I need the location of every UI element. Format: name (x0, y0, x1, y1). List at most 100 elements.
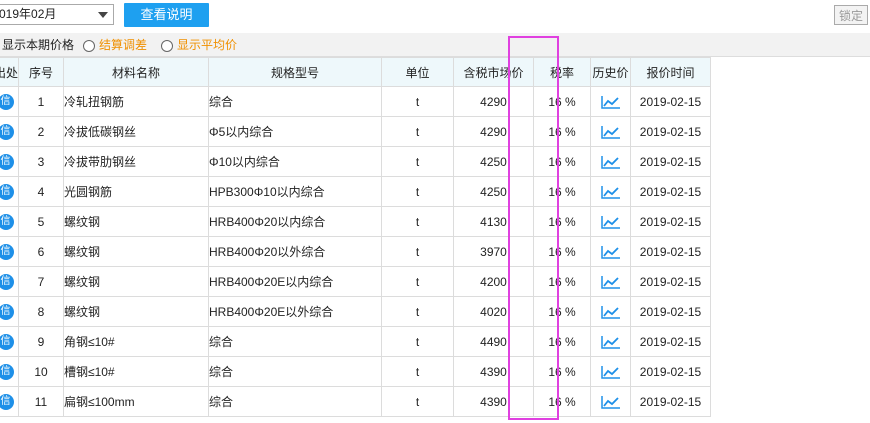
history-price-cell[interactable] (590, 146, 631, 177)
line-chart-icon[interactable] (600, 244, 621, 259)
history-price-cell[interactable] (590, 206, 631, 237)
line-chart-icon[interactable] (600, 184, 621, 199)
column-header[interactable]: 规格型号 (208, 57, 382, 87)
info-icon[interactable]: 信 (0, 124, 14, 140)
history-price-cell[interactable] (590, 116, 631, 147)
show-period-price-option[interactable]: 显示本期价格 (2, 37, 74, 53)
line-chart-icon[interactable] (600, 124, 621, 139)
table-row[interactable]: 信 10 槽钢≤10# 综合 t 4390 16 % 2019-02-15 (0, 356, 711, 387)
source-cell[interactable]: 信 (0, 266, 19, 297)
column-header[interactable]: 历史价 (590, 57, 631, 87)
table-row[interactable]: 信 9 角钢≤10# 综合 t 4490 16 % 2019-02-15 (0, 326, 711, 357)
seq-cell: 5 (18, 206, 64, 237)
source-cell[interactable]: 信 (0, 356, 19, 387)
column-header[interactable]: 出处 (0, 57, 19, 87)
spec-cell: Φ5以内综合 (208, 116, 382, 147)
source-cell[interactable]: 信 (0, 176, 19, 207)
table-row[interactable]: 信 4 光圆钢筋 HPB300Φ10以内综合 t 4250 16 % 2019-02-15 (0, 176, 711, 207)
seq-cell: 4 (18, 176, 64, 207)
view-instructions-button[interactable]: 查看说明 (124, 3, 209, 27)
source-cell[interactable]: 信 (0, 326, 19, 357)
spec-cell: HRB400Φ20E以外综合 (208, 296, 382, 327)
column-header[interactable]: 单位 (381, 57, 454, 87)
spec-cell: 综合 (208, 356, 382, 387)
history-price-cell[interactable] (590, 326, 631, 357)
radio-icon[interactable] (83, 39, 95, 52)
history-price-cell[interactable] (590, 296, 631, 327)
line-chart-icon[interactable] (600, 304, 621, 319)
info-icon[interactable]: 信 (0, 94, 14, 110)
unit-cell: t (381, 116, 454, 147)
column-header[interactable]: 报价时间 (630, 57, 711, 87)
source-cell[interactable]: 信 (0, 386, 19, 417)
table-row[interactable]: 信 2 冷拔低碳钢丝 Φ5以内综合 t 4290 16 % 2019-02-15 (0, 116, 711, 147)
show-average-option[interactable]: 显示平均价 (161, 37, 237, 53)
history-price-cell[interactable] (590, 356, 631, 387)
history-price-cell[interactable] (590, 176, 631, 207)
line-chart-icon[interactable] (600, 364, 621, 379)
info-icon[interactable]: 信 (0, 214, 14, 230)
line-chart-icon[interactable] (600, 394, 621, 409)
info-icon[interactable]: 信 (0, 334, 14, 350)
tax-rate-cell: 16 % (533, 236, 591, 267)
settlement-adjust-option[interactable]: 结算调差 (83, 37, 147, 53)
info-icon[interactable]: 信 (0, 274, 14, 290)
table-row[interactable]: 信 7 螺纹钢 HRB400Φ20E以内综合 t 4200 16 % 2019-02-15 (0, 266, 711, 297)
tax-rate-cell: 16 % (533, 296, 591, 327)
table-row[interactable]: 信 6 螺纹钢 HRB400Φ20以外综合 t 3970 16 % 2019-02-15 (0, 236, 711, 267)
line-chart-icon[interactable] (600, 154, 621, 169)
seq-cell: 2 (18, 116, 64, 147)
period-select[interactable]: 019年02月 (0, 4, 114, 25)
material-name-cell: 角钢≤10# (63, 326, 209, 357)
table-row[interactable]: 信 1 冷轧扭钢筋 综合 t 4290 16 % 2019-02-15 (0, 86, 711, 117)
info-icon[interactable]: 信 (0, 154, 14, 170)
source-cell[interactable]: 信 (0, 116, 19, 147)
history-price-cell[interactable] (590, 266, 631, 297)
seq-cell: 10 (18, 356, 64, 387)
price-cell: 4390 (453, 386, 534, 417)
info-icon[interactable]: 信 (0, 364, 14, 380)
spec-cell: HRB400Φ20E以内综合 (208, 266, 382, 297)
history-price-cell[interactable] (590, 386, 631, 417)
column-header[interactable]: 材料名称 (63, 57, 209, 87)
source-cell[interactable]: 信 (0, 236, 19, 267)
source-cell[interactable]: 信 (0, 146, 19, 177)
tax-rate-cell: 16 % (533, 326, 591, 357)
line-chart-icon[interactable] (600, 334, 621, 349)
tax-rate-cell: 16 % (533, 356, 591, 387)
history-price-cell[interactable] (590, 86, 631, 117)
unit-cell: t (381, 266, 454, 297)
source-cell[interactable]: 信 (0, 86, 19, 117)
table-row[interactable]: 信 11 扁钢≤100mm 综合 t 4390 16 % 2019-02-15 (0, 386, 711, 417)
history-price-cell[interactable] (590, 236, 631, 267)
line-chart-icon[interactable] (600, 274, 621, 289)
show-period-price-label: 显示本期价格 (2, 38, 75, 52)
price-cell: 4250 (453, 176, 534, 207)
line-chart-icon[interactable] (600, 214, 621, 229)
info-icon[interactable]: 信 (0, 394, 14, 410)
quote-date-cell: 2019-02-15 (630, 356, 711, 387)
column-header[interactable]: 税率 (533, 57, 591, 87)
column-header[interactable]: 含税市场价 (453, 57, 534, 87)
material-name-cell: 冷拔低碳钢丝 (63, 116, 209, 147)
info-icon[interactable]: 信 (0, 184, 14, 200)
column-header[interactable]: 序号 (18, 57, 64, 87)
line-chart-icon[interactable] (600, 94, 621, 109)
info-icon[interactable]: 信 (0, 244, 14, 260)
spec-cell: 综合 (208, 326, 382, 357)
options-bar: 显示本期价格 结算调差 显示平均价 (0, 33, 870, 57)
info-icon[interactable]: 信 (0, 304, 14, 320)
source-cell[interactable]: 信 (0, 206, 19, 237)
source-cell[interactable]: 信 (0, 296, 19, 327)
settlement-adjust-label: 结算调差 (99, 38, 148, 52)
seq-cell: 6 (18, 236, 64, 267)
unit-cell: t (381, 176, 454, 207)
price-cell: 4130 (453, 206, 534, 237)
material-price-table: 出处序号材料名称规格型号单位含税市场价税率历史价报价时间 信1冷轧扭钢筋综合t4… (0, 57, 711, 417)
table-row[interactable]: 信 5 螺纹钢 HRB400Φ20以内综合 t 4130 16 % 2019-02-15 (0, 206, 711, 237)
lock-button[interactable]: 锁定 (834, 5, 868, 25)
table-row[interactable]: 信 3 冷拔带肋钢丝 Φ10以内综合 t 4250 16 % 2019-02-15 (0, 146, 711, 177)
radio-icon[interactable] (161, 39, 173, 52)
table-row[interactable]: 信 8 螺纹钢 HRB400Φ20E以外综合 t 4020 16 % 2019-02-15 (0, 296, 711, 327)
quote-date-cell: 2019-02-15 (630, 206, 711, 237)
